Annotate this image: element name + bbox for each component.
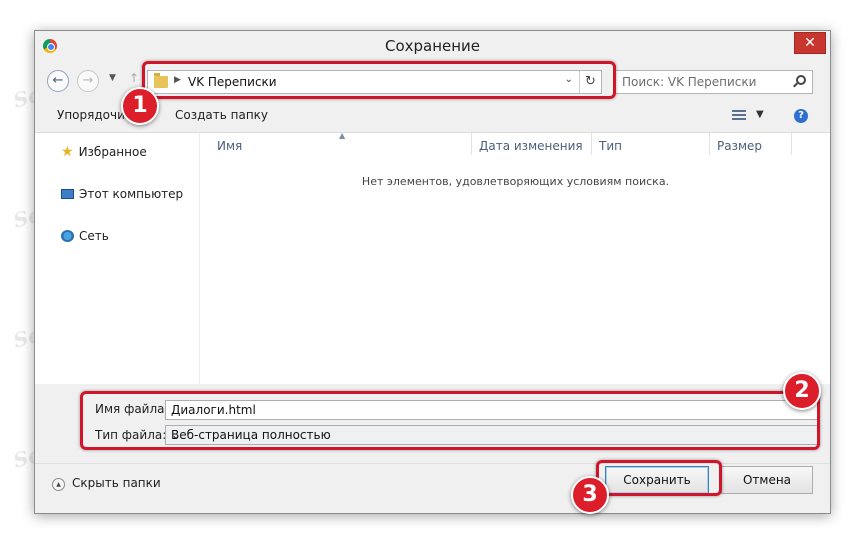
new-folder-button[interactable]: Создать папку (175, 108, 268, 122)
forward-button[interactable]: → (77, 70, 99, 92)
close-button[interactable]: ✕ (794, 32, 826, 54)
sidebar-item-this-pc[interactable]: Этот компьютер (61, 185, 183, 203)
step-badge-3: 3 (571, 476, 609, 514)
title-bar: Сохранение ✕ (35, 31, 830, 59)
column-header-date[interactable]: Дата изменения (479, 139, 583, 153)
history-dropdown-icon[interactable]: ▼ (109, 73, 116, 83)
navigation-bar: ← → ▼ ↑ ▶ VK Переписки ⌄ ↻ Поиск: VK Пер… (35, 63, 830, 97)
search-input[interactable]: Поиск: VK Переписки (615, 70, 813, 94)
step-badge-1: 1 (121, 87, 159, 125)
save-form: Имя файла: Диалоги.html Тип файла: Веб-с… (35, 387, 830, 457)
help-icon[interactable]: ? (794, 109, 808, 123)
refresh-button[interactable]: ↻ (579, 71, 601, 93)
file-list: ▲ Имя Дата изменения Тип Размер Нет элем… (201, 131, 830, 384)
collapse-icon[interactable]: ▲ (52, 478, 65, 491)
folder-icon (154, 73, 168, 88)
star-icon: ★ (61, 144, 74, 160)
filetype-select[interactable]: Веб-страница полностью ⌄ (165, 425, 818, 445)
search-icon[interactable] (796, 75, 806, 85)
empty-list-message: Нет элементов, удовлетворяющих условиям … (361, 175, 670, 188)
column-divider[interactable] (591, 133, 592, 155)
cancel-button[interactable]: Отмена (721, 466, 813, 494)
column-header-size[interactable]: Размер (717, 139, 762, 153)
column-divider[interactable] (791, 133, 792, 155)
column-divider[interactable] (709, 133, 710, 155)
up-button[interactable]: ↑ (129, 71, 139, 85)
view-options-icon[interactable] (732, 110, 746, 121)
content-area: ★ Избранное Этот компьютер Сеть ▲ Имя Да… (35, 131, 830, 384)
breadcrumb-arrow-icon[interactable]: ▶ (174, 75, 181, 85)
column-header-type[interactable]: Тип (599, 139, 622, 153)
sort-indicator-icon: ▲ (339, 131, 346, 140)
sidebar-item-label: Сеть (79, 229, 109, 243)
hide-folders-button[interactable]: Скрыть папки (72, 476, 161, 490)
dialog-title: Сохранение (384, 37, 481, 55)
column-header-name[interactable]: Имя (217, 139, 242, 153)
dialog-footer: ▲ Скрыть папки Сохранить Отмена (35, 463, 830, 513)
address-dropdown-icon[interactable]: ⌄ (565, 74, 573, 85)
breadcrumb[interactable]: VK Переписки (188, 75, 277, 89)
filename-field[interactable]: Диалоги.html (165, 400, 818, 420)
sidebar-item-label: Избранное (78, 145, 147, 159)
address-bar[interactable]: ▶ VK Переписки ⌄ ↻ (147, 70, 602, 94)
sidebar-item-network[interactable]: Сеть (61, 227, 109, 245)
view-dropdown-icon[interactable]: ▼ (756, 109, 764, 120)
back-button[interactable]: ← (47, 70, 69, 92)
search-placeholder: Поиск: VK Переписки (622, 75, 757, 89)
chevron-down-icon[interactable]: ⌄ (171, 428, 813, 442)
step-badge-2: 2 (783, 372, 821, 410)
sidebar-item-favorites[interactable]: ★ Избранное (61, 143, 147, 161)
filetype-label: Тип файла: (95, 428, 167, 442)
navigation-pane: ★ Избранное Этот компьютер Сеть (35, 133, 200, 384)
column-divider[interactable] (471, 133, 472, 155)
save-button[interactable]: Сохранить (605, 466, 709, 494)
sidebar-item-label: Этот компьютер (79, 187, 184, 201)
computer-icon (61, 189, 74, 199)
network-icon (61, 230, 74, 242)
filename-value[interactable]: Диалоги.html (171, 403, 256, 417)
filename-label: Имя файла: (95, 402, 169, 416)
